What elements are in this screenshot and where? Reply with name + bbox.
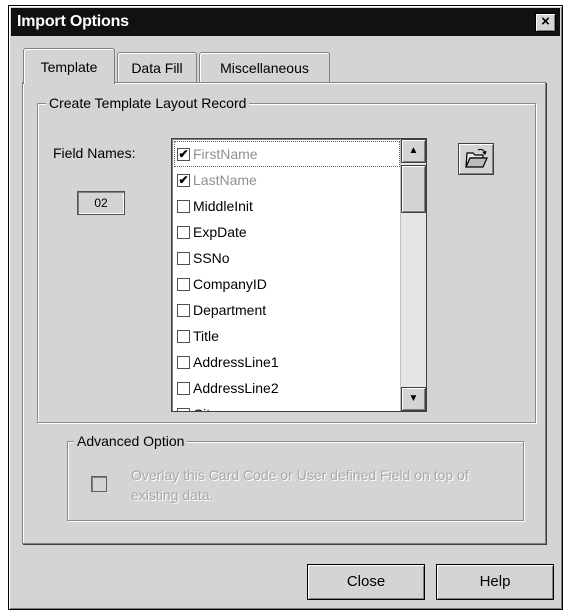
list-item[interactable]: ✔ FirstName xyxy=(174,141,400,167)
list-item[interactable]: AddressLine2 xyxy=(174,375,400,401)
tab-miscellaneous[interactable]: Miscellaneous xyxy=(199,52,330,82)
field-label: AddressLine2 xyxy=(193,380,279,396)
field-checkbox[interactable]: ✔ xyxy=(177,173,190,187)
listbox-scrollbar[interactable]: ▲ ▼ xyxy=(400,139,426,411)
close-icon: × xyxy=(541,13,550,30)
field-label: FirstName xyxy=(193,146,258,162)
field-label: City xyxy=(193,406,217,411)
overlay-data-checkbox[interactable] xyxy=(91,476,107,492)
close-button-label: Close xyxy=(346,573,386,590)
help-button-label: Help xyxy=(479,573,511,590)
browse-button[interactable] xyxy=(458,143,494,175)
field-list-items: ✔ FirstName ✔ LastName MiddleInit ExpDate SSNo… xyxy=(174,141,400,411)
field-label: LastName xyxy=(193,172,257,188)
open-folder-icon xyxy=(465,148,488,168)
tab-label: Data Fill xyxy=(131,60,183,76)
close-button[interactable]: Close xyxy=(307,564,425,600)
list-item[interactable]: Department xyxy=(174,297,400,323)
field-label: Title xyxy=(193,328,219,344)
list-item[interactable]: SSNo xyxy=(174,245,400,271)
field-label: ExpDate xyxy=(193,224,247,240)
field-checkbox[interactable] xyxy=(177,251,190,265)
field-names-listbox[interactable]: ✔ FirstName ✔ LastName MiddleInit ExpDate SSNo… xyxy=(171,138,427,412)
scroll-thumb[interactable] xyxy=(401,165,426,213)
field-checkbox[interactable] xyxy=(177,277,190,291)
overlay-data-checkbox-label: Overlay this Card Code or User defined F… xyxy=(131,467,469,503)
scroll-up-button[interactable]: ▲ xyxy=(401,139,426,163)
title-bar[interactable]: Import Options × xyxy=(11,8,560,36)
tab-label: Miscellaneous xyxy=(220,60,309,76)
scroll-down-arrow-icon: ▼ xyxy=(408,393,419,404)
tab-label: Template xyxy=(40,59,98,75)
field-checkbox[interactable]: ✔ xyxy=(177,147,190,161)
window-title: Import Options xyxy=(17,13,129,30)
tab-template[interactable]: Template xyxy=(23,48,115,84)
tab-data-fill[interactable]: Data Fill xyxy=(117,52,197,82)
scroll-up-arrow-icon: ▲ xyxy=(408,145,419,156)
list-item[interactable]: City xyxy=(174,401,400,411)
selected-count-display: 02 xyxy=(77,191,125,215)
list-item[interactable]: MiddleInit xyxy=(174,193,400,219)
field-checkbox[interactable] xyxy=(177,355,190,369)
field-label: Department xyxy=(193,302,267,318)
advanced-option-legend: Advanced Option xyxy=(74,433,188,449)
template-layout-legend: Create Template Layout Record xyxy=(46,95,250,111)
field-checkbox[interactable] xyxy=(177,225,190,239)
field-label: AddressLine1 xyxy=(193,354,279,370)
list-item[interactable]: Title xyxy=(174,323,400,349)
list-item[interactable]: AddressLine1 xyxy=(174,349,400,375)
field-checkbox[interactable] xyxy=(177,329,190,343)
close-window-button[interactable]: × xyxy=(535,13,556,32)
field-checkbox[interactable] xyxy=(177,407,190,411)
field-checkbox[interactable] xyxy=(177,303,190,317)
field-label: MiddleInit xyxy=(193,198,253,214)
list-item[interactable]: CompanyID xyxy=(174,271,400,297)
list-item[interactable]: ✔ LastName xyxy=(174,167,400,193)
help-button[interactable]: Help xyxy=(436,564,554,600)
scroll-down-button[interactable]: ▼ xyxy=(401,387,426,411)
field-label: CompanyID xyxy=(193,276,267,292)
list-item[interactable]: ExpDate xyxy=(174,219,400,245)
field-checkbox[interactable] xyxy=(177,199,190,213)
field-label: SSNo xyxy=(193,250,230,266)
field-names-label: Field Names: xyxy=(53,145,136,161)
field-checkbox[interactable] xyxy=(177,381,190,395)
